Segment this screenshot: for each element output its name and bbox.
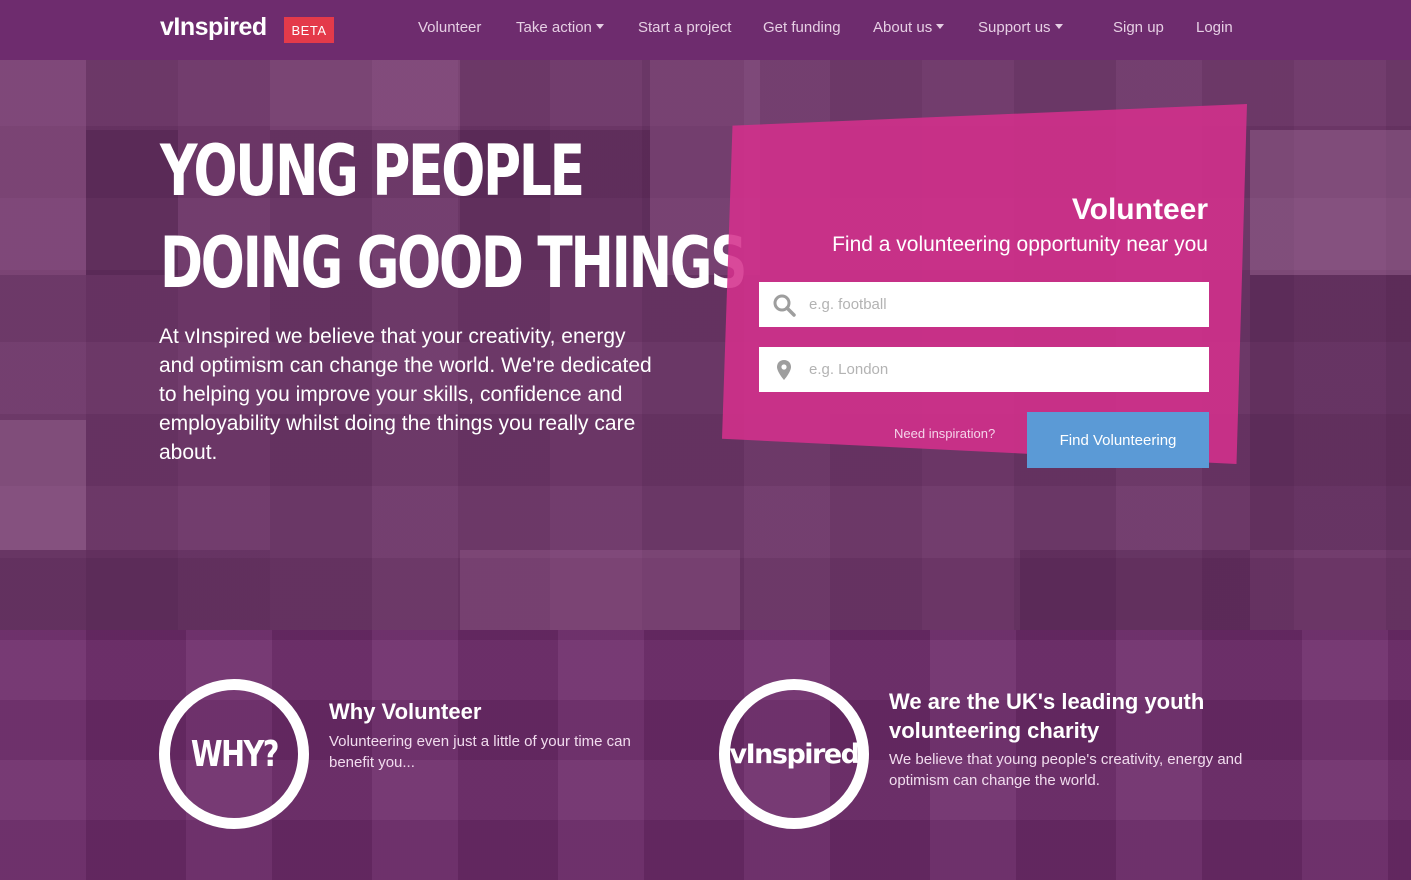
nav-support-us-label: Support us (978, 19, 1051, 36)
photo-collage-tile (0, 60, 86, 275)
signup-link[interactable]: Sign up (1113, 19, 1164, 36)
photo-collage-tile (1020, 550, 1250, 630)
brand-circle[interactable]: vInspired (719, 679, 869, 829)
nav-get-funding-label: Get funding (763, 19, 841, 36)
nav-take-action-label: Take action (516, 19, 592, 36)
hero-description: At vInspired we believe that your creati… (159, 325, 652, 464)
why-circle[interactable]: WHY? (159, 679, 309, 829)
photo-collage-tile (270, 60, 460, 130)
top-navbar: vInspired BETA Volunteer Take action Sta… (0, 0, 1411, 60)
brand-title: We are the UK's leading youth volunteeri… (889, 689, 1205, 743)
photo-collage-tile (0, 550, 270, 630)
location-field[interactable] (759, 347, 1209, 392)
brand-circle-logo: vInspired (729, 738, 860, 770)
site-logo[interactable]: vInspired (160, 13, 267, 42)
find-volunteering-button[interactable]: Find Volunteering (1027, 412, 1209, 468)
beta-badge: BETA (284, 17, 334, 43)
keyword-input[interactable] (809, 296, 1189, 313)
search-icon (759, 293, 809, 317)
nav-about-us[interactable]: About us (873, 19, 945, 36)
hero-title-line-2: DOING GOOD THINGS (160, 222, 747, 304)
nav-support-us[interactable]: Support us (978, 19, 1063, 36)
login-link[interactable]: Login (1196, 19, 1233, 36)
nav-volunteer[interactable]: Volunteer (418, 19, 481, 36)
nav-about-us-label: About us (873, 19, 933, 36)
location-input[interactable] (809, 361, 1189, 378)
nav-volunteer-label: Volunteer (418, 19, 482, 36)
photo-collage-tile (1250, 275, 1411, 550)
map-pin-icon (759, 359, 809, 381)
brand-text: We believe that young people's creativit… (889, 751, 1243, 789)
caret-down-icon (936, 24, 945, 29)
why-volunteer-text: Volunteering even just a little of your … (329, 733, 631, 771)
photo-collage-tile (1250, 130, 1411, 275)
nav-get-funding[interactable]: Get funding (763, 19, 841, 36)
why-volunteer-title[interactable]: Why Volunteer (329, 697, 481, 726)
photo-collage-tile (0, 420, 86, 550)
caret-down-icon (595, 24, 604, 29)
search-card-subtitle: Find a volunteering opportunity near you (832, 233, 1208, 256)
nav-start-project[interactable]: Start a project (638, 19, 731, 36)
photo-collage-tile (460, 550, 740, 630)
need-inspiration-link[interactable]: Need inspiration? (894, 426, 995, 441)
caret-down-icon (1054, 24, 1063, 29)
nav-take-action[interactable]: Take action (516, 19, 604, 36)
why-circle-text: WHY? (190, 733, 279, 775)
hero-title: YOUNG PEOPLE DOING GOOD THINGS (160, 125, 747, 309)
search-card-title: Volunteer (1071, 193, 1208, 226)
nav-start-project-label: Start a project (638, 19, 732, 36)
hero-title-line-1: YOUNG PEOPLE (160, 130, 585, 212)
keyword-field[interactable] (759, 282, 1209, 327)
